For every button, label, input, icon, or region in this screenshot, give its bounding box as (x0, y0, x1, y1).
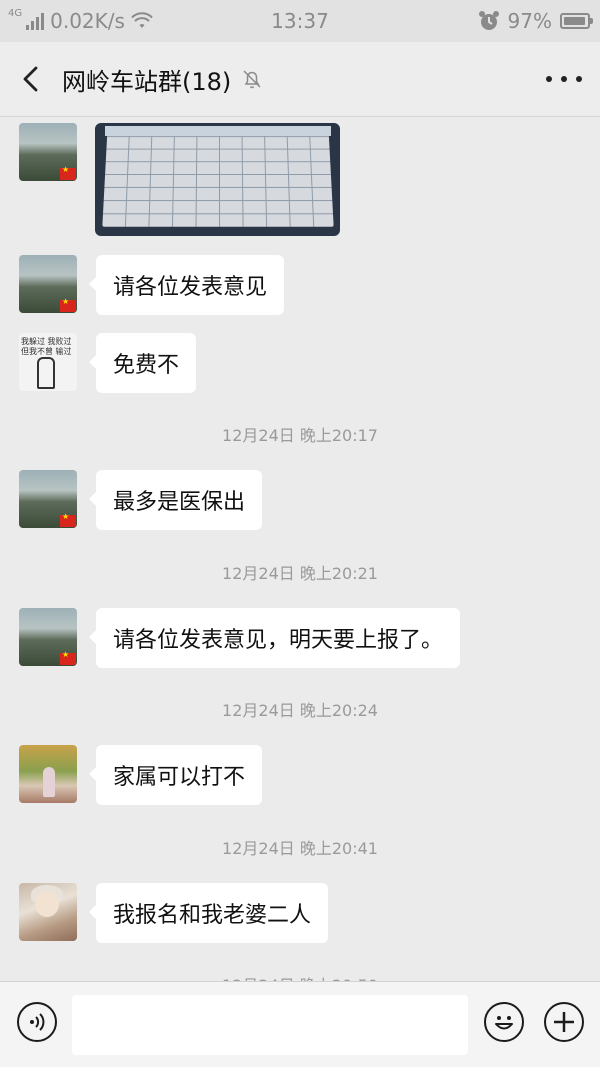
message-input[interactable] (72, 995, 468, 1055)
message-bubble[interactable]: 最多是医保出 (88, 470, 263, 530)
status-left: 4G 0.02K/s (8, 0, 153, 42)
voice-icon[interactable] (17, 1002, 57, 1042)
bell-muted-icon (243, 70, 261, 89)
chat-message-list[interactable]: 请各位发表意见 我躲过 我败过 但我不曾 输过 免费不 12月24日 晚上20:… (0, 117, 600, 981)
spreadsheet-photo (102, 127, 334, 227)
signal-icon (26, 12, 45, 30)
battery-fill (564, 17, 586, 25)
flag-icon (60, 650, 76, 665)
flag-icon (60, 165, 76, 180)
landscape-avatar[interactable] (19, 608, 77, 666)
avatar-face (35, 891, 59, 917)
message-bubble[interactable]: 请各位发表意见，明天要上报了。 (88, 608, 461, 668)
message-bubble[interactable]: 我报名和我老婆二人 (88, 883, 329, 943)
message-bubble[interactable]: 免费不 (88, 333, 197, 393)
more-dots-icon[interactable] (546, 64, 582, 94)
wifi-icon (131, 12, 153, 28)
image-message[interactable] (95, 123, 340, 236)
photo-avatar[interactable] (19, 883, 77, 941)
timestamp: 12月24日 晚上20:41 (222, 839, 378, 858)
status-bar: 4G 0.02K/s 13:37 97% (0, 0, 600, 42)
chat-title-group: 网岭车站群(18) (62, 42, 263, 116)
network-type: 4G (8, 7, 23, 19)
battery-percent: 97% (507, 9, 552, 33)
message-bubble[interactable]: 家属可以打不 (88, 745, 263, 805)
timestamp: 12月24日 晚上20:50 (0, 972, 600, 981)
emoji-icon[interactable] (484, 1002, 524, 1042)
landscape-avatar[interactable] (19, 123, 77, 181)
status-right: 97% (478, 0, 593, 42)
message-bubble[interactable]: 请各位发表意见 (88, 255, 285, 315)
smile-face-icon (495, 1016, 513, 1030)
sketch-avatar[interactable]: 我躲过 我败过 但我不曾 输过 (19, 333, 77, 391)
flag-icon (60, 512, 76, 527)
flag-icon (60, 297, 76, 312)
network-speed: 0.02K/s (50, 9, 125, 33)
input-bar (0, 981, 600, 1067)
timestamp: 12月24日 晚上20:24 (222, 701, 378, 720)
spreadsheet-toolbar (105, 126, 331, 136)
chevron-left-icon[interactable] (14, 62, 48, 96)
sketch-figure (37, 357, 55, 389)
voice-waves-icon (30, 1013, 45, 1031)
battery-icon (560, 13, 593, 29)
timestamp: 12月24日 晚上20:17 (222, 426, 378, 445)
landscape-avatar[interactable] (19, 470, 77, 528)
avatar-person (43, 767, 55, 797)
clock: 13:37 (271, 9, 329, 33)
timestamp: 12月24日 晚上20:21 (222, 564, 378, 583)
chat-title: 网岭车站群(18) (62, 67, 232, 96)
landscape-avatar[interactable] (19, 255, 77, 313)
plus-cross-icon (554, 1012, 574, 1032)
avatar-caption: 我躲过 我败过 但我不曾 输过 (21, 337, 72, 356)
alarm-icon (478, 11, 499, 30)
plus-icon[interactable] (544, 1002, 584, 1042)
chat-header: 网岭车站群(18) (0, 42, 600, 117)
flowers-avatar[interactable] (19, 745, 77, 803)
